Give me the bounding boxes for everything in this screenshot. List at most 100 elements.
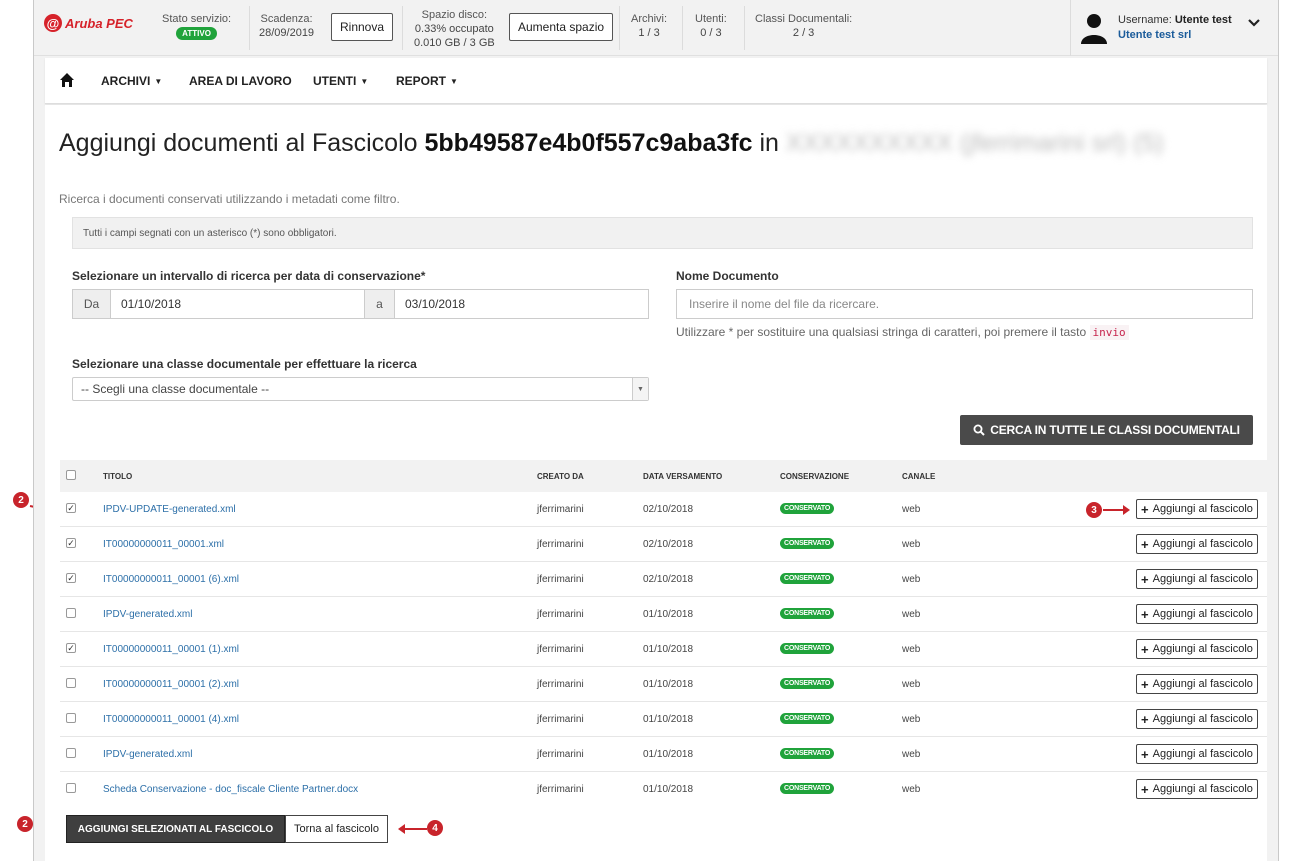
add-to-dossier-button[interactable]: + Aggiungi al fascicolo <box>1136 534 1258 554</box>
search-icon <box>973 424 985 436</box>
col-conservation: CONSERVAZIONE <box>780 472 850 481</box>
document-title-link[interactable]: IT00000000011_00001 (6).xml <box>103 574 239 585</box>
add-to-dossier-button[interactable]: + Aggiungi al fascicolo <box>1136 779 1258 799</box>
username: Utente test <box>1174 14 1232 26</box>
nav-archivi[interactable]: ARCHIVI ▼ <box>101 74 162 88</box>
row-checkbox-checked[interactable]: ✓ <box>66 538 76 548</box>
main-content: Aggiungi documenti al Fascicolo 5bb49587… <box>45 105 1267 861</box>
col-channel: CANALE <box>902 472 936 481</box>
row-checkbox-checked[interactable]: ✓ <box>66 503 76 513</box>
plus-icon: + <box>1141 641 1149 657</box>
intro-text: Ricerca i documenti conservati utilizzan… <box>59 192 400 206</box>
blurred-archive-name: XXXXXXXXXX (jferrimarini srl) (5) <box>785 129 1164 157</box>
caret-down-icon: ▼ <box>360 77 369 86</box>
expiry-info: Scadenza: 28/09/2019 <box>259 13 315 39</box>
document-title-link[interactable]: IPDV-generated.xml <box>103 749 193 760</box>
conservation-badge: CONSERVATO <box>780 608 835 619</box>
nav-report[interactable]: REPORT ▼ <box>396 74 458 88</box>
doc-class-select[interactable]: -- Scegli una classe documentale -- ▼ <box>72 377 649 401</box>
to-addon: a <box>365 290 395 318</box>
date-range-label: Selezionare un intervallo di ricerca per… <box>72 269 426 283</box>
row-checkbox-checked[interactable]: ✓ <box>66 573 76 583</box>
disk-space-info: Spazio disco: 0.33% occupato 0.010 GB / … <box>414 9 495 49</box>
deposit-date: 01/10/2018 <box>643 749 694 760</box>
add-to-dossier-button[interactable]: + Aggiungi al fascicolo <box>1136 604 1258 624</box>
app-frame: @ Aruba PEC Stato servizio: ATTIVO Scade… <box>33 0 1279 861</box>
search-all-classes-button[interactable]: CERCA IN TUTTE LE CLASSI DOCUMENTALI <box>960 415 1253 445</box>
nav-utenti[interactable]: UTENTI ▼ <box>313 74 368 88</box>
deposit-date: 02/10/2018 <box>643 574 694 585</box>
date-to-input[interactable]: 03/10/2018 <box>395 290 648 318</box>
document-title-link[interactable]: IT00000000011_00001 (2).xml <box>103 679 239 690</box>
select-all-checkbox[interactable] <box>66 470 76 480</box>
document-title-link[interactable]: IT00000000011_00001.xml <box>103 539 224 550</box>
document-title-link[interactable]: IT00000000011_00001 (4).xml <box>103 714 239 725</box>
plus-icon: + <box>1141 781 1149 797</box>
conservation-badge: CONSERVATO <box>780 643 835 654</box>
conservation-badge: CONSERVATO <box>780 573 835 584</box>
increase-space-button[interactable]: Aumenta spazio <box>509 13 614 41</box>
required-fields-notice: Tutti i campi segnati con un asterisco (… <box>72 217 1253 249</box>
col-created-by: CREATO DA <box>537 472 584 481</box>
add-selected-button[interactable]: AGGIUNGI SELEZIONATI AL FASCICOLO <box>66 815 285 843</box>
document-title-link[interactable]: IT00000000011_00001 (1).xml <box>103 644 239 655</box>
dossier-id: 5bb49587e4b0f557c9aba3fc <box>424 129 753 157</box>
table-row: ✓ IT00000000011_00001.xml jferrimarini 02/1… <box>60 527 1267 562</box>
channel: web <box>902 784 921 795</box>
wildcard-hint: Utilizzare * per sostituire una qualsias… <box>676 325 1129 340</box>
document-title-link[interactable]: IPDV-generated.xml <box>103 609 193 620</box>
document-title-link[interactable]: IPDV-UPDATE-generated.xml <box>103 504 236 515</box>
callout-arrow <box>398 824 427 834</box>
back-to-dossier-button[interactable]: Torna al fascicolo <box>285 815 388 843</box>
add-to-dossier-button[interactable]: + Aggiungi al fascicolo <box>1136 639 1258 659</box>
plus-icon: + <box>1141 676 1149 692</box>
created-by: jferrimarini <box>537 749 584 760</box>
callout-2-row: 2 <box>13 492 29 508</box>
plus-icon: + <box>1141 711 1149 727</box>
callout-4: 4 <box>427 820 443 836</box>
conservation-badge: CONSERVATO <box>780 538 835 549</box>
row-checkbox[interactable] <box>66 678 76 688</box>
conservation-badge: CONSERVATO <box>780 783 835 794</box>
row-checkbox-checked[interactable]: ✓ <box>66 643 76 653</box>
nav-area-di-lavoro[interactable]: AREA DI LAVORO <box>189 74 292 88</box>
conservation-badge: CONSERVATO <box>780 678 835 689</box>
deposit-date: 02/10/2018 <box>643 539 694 550</box>
deposit-date: 01/10/2018 <box>643 714 694 725</box>
classes-count: Classi Documentali: 2 / 3 <box>755 13 853 39</box>
add-to-dossier-button[interactable]: + Aggiungi al fascicolo <box>1136 709 1258 729</box>
add-to-dossier-button[interactable]: + Aggiungi al fascicolo <box>1136 569 1258 589</box>
enter-key-code: invio <box>1089 325 1129 340</box>
created-by: jferrimarini <box>537 609 584 620</box>
chevron-down-icon[interactable] <box>1248 18 1260 28</box>
caret-down-icon: ▼ <box>450 77 458 86</box>
row-checkbox[interactable] <box>66 608 76 618</box>
table-row: ✓ IT00000000011_00001 (1).xml jferrimarini… <box>60 632 1267 667</box>
add-to-dossier-button[interactable]: + Aggiungi al fascicolo <box>1136 674 1258 694</box>
date-from-input[interactable]: 01/10/2018 <box>111 290 365 318</box>
deposit-date: 01/10/2018 <box>643 679 694 690</box>
row-checkbox[interactable] <box>66 748 76 758</box>
col-date: DATA VERSAMENTO <box>643 472 723 481</box>
doc-name-input[interactable]: Inserire il nome del file da ricercare. <box>676 289 1253 319</box>
row-checkbox[interactable] <box>66 783 76 793</box>
top-bar: @ Aruba PEC Stato servizio: ATTIVO Scade… <box>34 0 1278 56</box>
home-icon[interactable] <box>59 72 75 88</box>
table-row: Scheda Conservazione - doc_fiscale Clien… <box>60 772 1267 807</box>
conservation-badge: CONSERVATO <box>780 748 835 759</box>
document-title-link[interactable]: Scheda Conservazione - doc_fiscale Clien… <box>103 784 358 795</box>
row-checkbox[interactable] <box>66 713 76 723</box>
table-header: TITOLO CREATO DA DATA VERSAMENTO CONSERV… <box>60 460 1267 492</box>
created-by: jferrimarini <box>537 679 584 690</box>
renew-button[interactable]: Rinnova <box>331 13 394 41</box>
users-count: Utenti: 0 / 3 <box>695 13 727 39</box>
from-addon: Da <box>73 290 111 318</box>
page-title: Aggiungi documenti al Fascicolo 5bb49587… <box>59 129 1164 157</box>
plus-icon: + <box>1141 536 1149 552</box>
add-to-dossier-button[interactable]: + Aggiungi al fascicolo <box>1136 499 1258 519</box>
doc-name-label: Nome Documento <box>676 269 779 283</box>
add-to-dossier-button[interactable]: + Aggiungi al fascicolo <box>1136 744 1258 764</box>
channel: web <box>902 609 921 620</box>
plus-icon: + <box>1141 606 1149 622</box>
deposit-date: 01/10/2018 <box>643 644 694 655</box>
